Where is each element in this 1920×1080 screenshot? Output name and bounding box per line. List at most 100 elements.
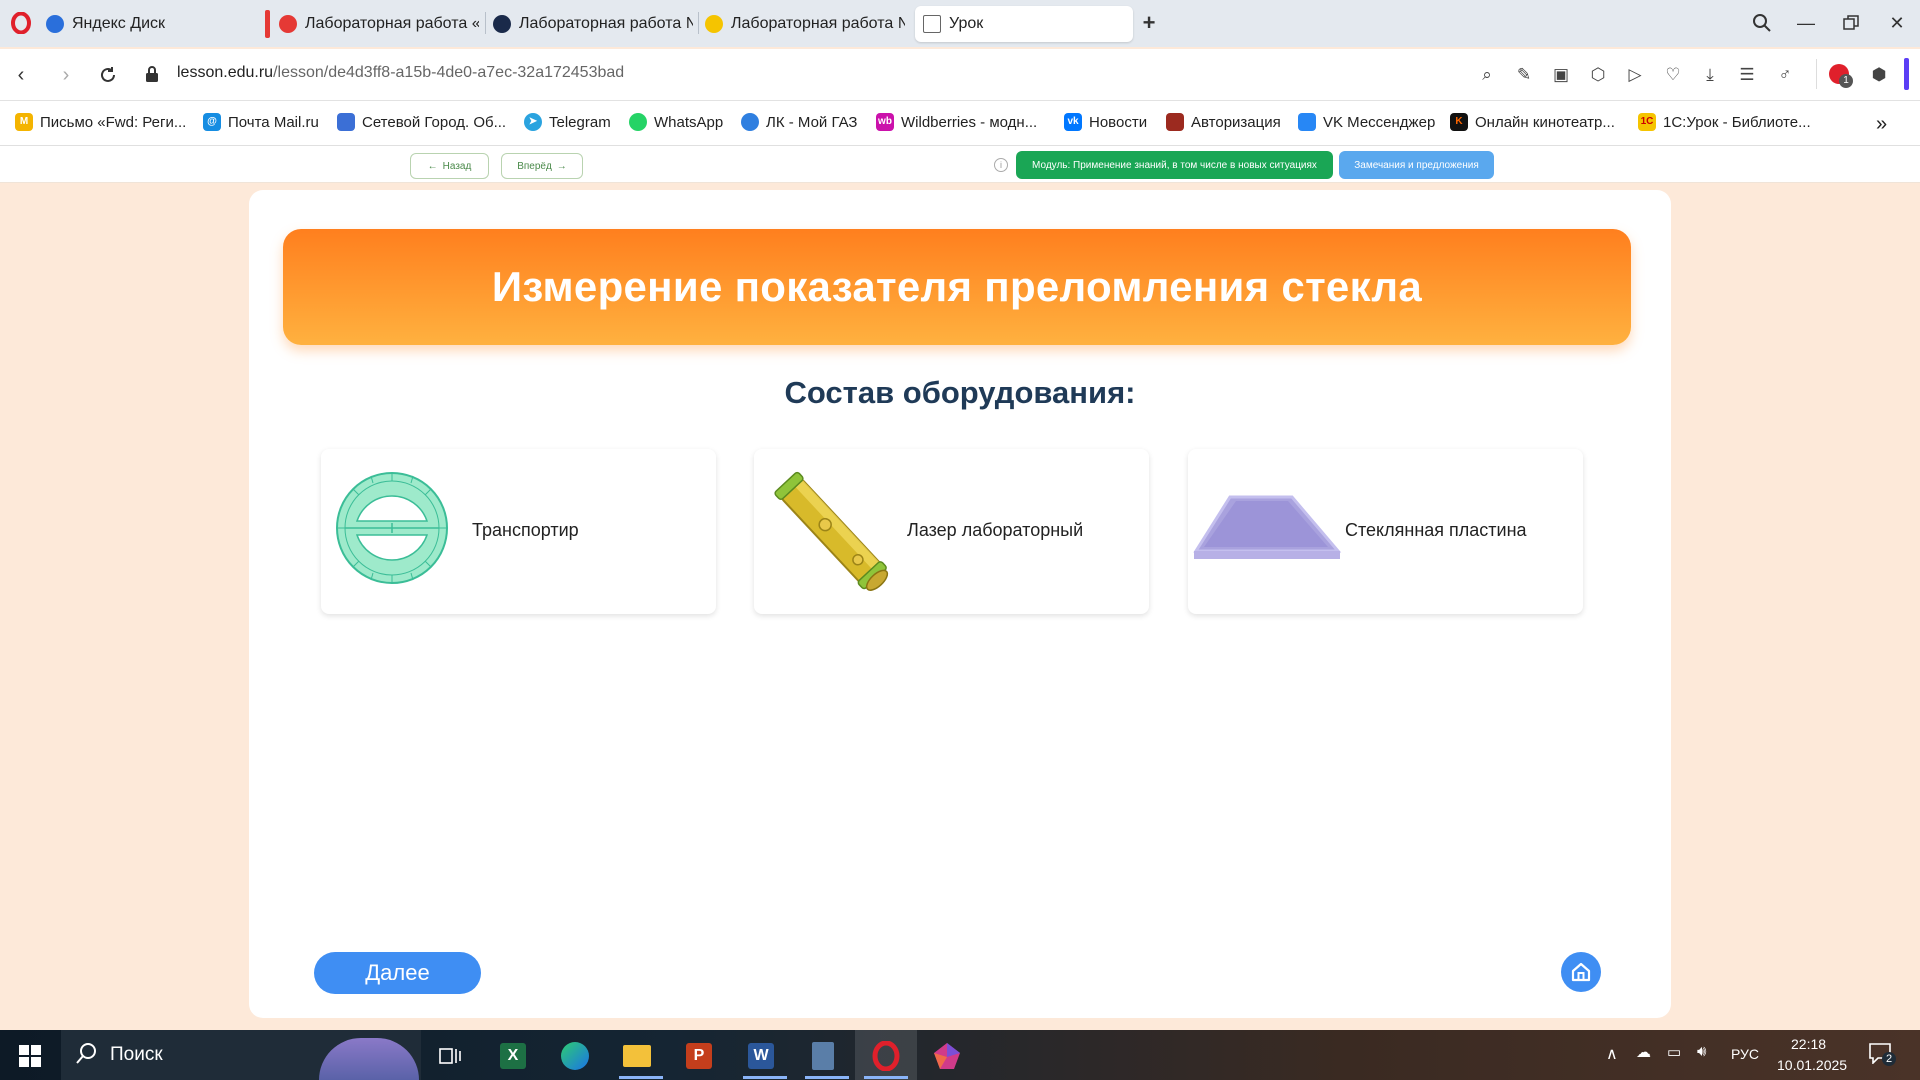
search-page-icon[interactable]: ⌕ bbox=[1474, 62, 1500, 88]
module-badge[interactable]: Модуль: Применение знаний, в том числе в… bbox=[1016, 151, 1333, 179]
opera-menu-icon[interactable] bbox=[10, 11, 32, 35]
tab-label: Яндекс Диск bbox=[72, 15, 166, 32]
bookmark-item[interactable]: wb Wildberries - модн... bbox=[876, 113, 1037, 131]
bookmark-label: Письмо «Fwd: Реги... bbox=[40, 113, 187, 131]
powerpoint-icon[interactable]: P bbox=[681, 1038, 717, 1074]
tab-accent-bar bbox=[265, 10, 270, 38]
back-arrow-icon[interactable]: ‹ bbox=[8, 62, 34, 88]
gem-app-icon[interactable] bbox=[929, 1038, 965, 1074]
onedrive-icon[interactable]: ☁ bbox=[1636, 1043, 1651, 1061]
forward-button[interactable]: Вперёд → bbox=[501, 153, 583, 179]
extension-icon[interactable]: 1 bbox=[1827, 62, 1853, 88]
minimize-button[interactable]: — bbox=[1793, 10, 1819, 36]
close-window-button[interactable]: ✕ bbox=[1884, 10, 1910, 36]
active-indicator bbox=[864, 1076, 908, 1079]
address-bar: ‹ › lesson.edu.ru/lesson/de4d3ff8-a15b-4… bbox=[0, 49, 1920, 101]
bookmark-item[interactable]: VK Мессенджер bbox=[1298, 113, 1435, 131]
next-button[interactable]: Далее bbox=[314, 952, 481, 994]
bookmark-item[interactable]: Авторизация bbox=[1166, 113, 1281, 131]
lock-icon[interactable] bbox=[145, 66, 159, 82]
show-hidden-icons[interactable]: ∧ bbox=[1606, 1044, 1618, 1064]
reload-icon[interactable] bbox=[95, 62, 121, 88]
edge-icon[interactable] bbox=[557, 1038, 593, 1074]
tab-lab-work-1[interactable]: Лабораторная работа «И bbox=[279, 6, 479, 42]
equipment-card-glass-plate: Стеклянная пластина bbox=[1188, 449, 1583, 614]
volume-icon[interactable]: 🔊︎ bbox=[1697, 1043, 1706, 1060]
heart-icon[interactable]: ♡ bbox=[1660, 62, 1686, 88]
notifications-icon[interactable]: 2 bbox=[1868, 1042, 1896, 1068]
windows-start-icon[interactable] bbox=[12, 1038, 48, 1074]
vk-icon: vk bbox=[1064, 113, 1082, 131]
bookmark-item[interactable]: K Онлайн кинотеатр... bbox=[1450, 113, 1615, 131]
mail-icon: M bbox=[15, 113, 33, 131]
equipment-label: Транспортир bbox=[472, 520, 579, 540]
tab-yandex-disk[interactable]: Яндекс Диск bbox=[46, 6, 256, 42]
bookmark-label: Telegram bbox=[549, 113, 611, 131]
search-icon bbox=[75, 1042, 97, 1071]
new-tab-button[interactable]: + bbox=[1136, 10, 1162, 36]
bookmark-label: WhatsApp bbox=[654, 113, 724, 131]
back-button[interactable]: ← Назад bbox=[410, 153, 489, 179]
file-explorer-icon[interactable] bbox=[619, 1038, 655, 1074]
bookmark-label: Авторизация bbox=[1191, 113, 1281, 131]
url-field[interactable]: lesson.edu.ru/lesson/de4d3ff8-a15b-4de0-… bbox=[177, 64, 624, 82]
equipment-label: Лазер лабораторный bbox=[907, 520, 1084, 540]
tab-lab-work-2[interactable]: Лабораторная работа № bbox=[493, 6, 693, 42]
active-indicator bbox=[743, 1076, 787, 1079]
yandex-disk-icon bbox=[46, 15, 64, 33]
excel-icon[interactable]: X bbox=[495, 1038, 531, 1074]
word-icon[interactable]: W bbox=[743, 1038, 779, 1074]
vk-messenger-icon bbox=[1298, 113, 1316, 131]
bookmark-item[interactable]: M Письмо «Fwd: Реги... bbox=[15, 113, 186, 131]
bookmark-label: Онлайн кинотеатр... bbox=[1475, 113, 1615, 131]
arrow-right-icon: → bbox=[556, 160, 567, 172]
bookmark-label: Сетевой Город. Об... bbox=[362, 113, 507, 131]
download-icon[interactable]: ⤓ bbox=[1697, 62, 1723, 88]
send-icon[interactable]: ▷ bbox=[1622, 62, 1648, 88]
clock-date[interactable]: 10.01.2025 bbox=[1777, 1057, 1847, 1073]
bookmark-label: ЛК - Мой ГАЗ bbox=[766, 113, 858, 131]
forward-arrow-icon[interactable]: › bbox=[53, 62, 79, 88]
camera-icon[interactable]: ▣ bbox=[1548, 62, 1574, 88]
tab-lesson[interactable]: Урок bbox=[915, 6, 1133, 42]
windows-taskbar: Поиск X P W ∧ ☁ ▭ 🔊︎ РУС 22:18 10.01.202… bbox=[0, 1030, 1920, 1080]
equipment-heading: Состав оборудования: bbox=[784, 375, 1136, 410]
bookmark-item[interactable]: vk Новости bbox=[1064, 113, 1147, 131]
bookmark-item[interactable]: ЛК - Мой ГАЗ bbox=[741, 113, 857, 131]
clock-time[interactable]: 22:18 bbox=[1791, 1036, 1826, 1052]
more-bookmarks-icon[interactable]: » bbox=[1876, 113, 1887, 136]
extension-badge: 1 bbox=[1839, 74, 1853, 88]
equipment-card-laser: Лазер лабораторный bbox=[754, 449, 1149, 614]
gas-icon bbox=[741, 113, 759, 131]
adblock-icon[interactable]: ⬡ bbox=[1585, 62, 1611, 88]
yandex-icon bbox=[279, 15, 297, 33]
calculator-icon[interactable] bbox=[805, 1038, 841, 1074]
lesson-title: Измерение показателя преломления стекла bbox=[491, 263, 1423, 310]
bookmark-label: Новости bbox=[1089, 113, 1148, 131]
cube-icon[interactable]: ⬢ bbox=[1866, 62, 1892, 88]
home-button[interactable] bbox=[1561, 952, 1601, 992]
language-indicator[interactable]: РУС bbox=[1731, 1046, 1759, 1062]
opera-taskbar-icon[interactable] bbox=[868, 1038, 904, 1074]
bookmark-item[interactable]: WhatsApp bbox=[629, 113, 723, 131]
bookmark-item[interactable]: 1С 1С:Урок - Библиоте... bbox=[1638, 113, 1811, 131]
wildberries-icon: wb bbox=[876, 113, 894, 131]
task-view-icon[interactable] bbox=[432, 1038, 468, 1074]
bookmark-item[interactable]: Сетевой Город. Об... bbox=[337, 113, 506, 131]
kinopoisk-icon: K bbox=[1450, 113, 1468, 131]
bookmark-item[interactable]: ➤ Telegram bbox=[524, 113, 611, 131]
tab-search-icon[interactable] bbox=[1749, 10, 1775, 36]
bookmark-item[interactable]: @ Почта Mail.ru bbox=[203, 113, 319, 131]
info-icon[interactable]: i bbox=[994, 158, 1008, 172]
easy-setup-icon[interactable]: ☰ bbox=[1734, 62, 1760, 88]
account-icon[interactable]: ♂ bbox=[1772, 62, 1798, 88]
taskbar-search[interactable]: Поиск bbox=[61, 1030, 421, 1080]
feedback-button[interactable]: Замечания и предложения bbox=[1339, 151, 1494, 179]
restore-button[interactable] bbox=[1838, 10, 1864, 36]
network-icon[interactable]: ▭ bbox=[1667, 1043, 1681, 1061]
tab-separator bbox=[698, 12, 699, 34]
tab-lab-work-3[interactable]: Лабораторная работа № bbox=[705, 6, 905, 42]
bookmark-label: VK Мессенджер bbox=[1323, 113, 1436, 131]
tab-label: Урок bbox=[949, 15, 984, 32]
edit-icon[interactable]: ✎ bbox=[1511, 62, 1537, 88]
